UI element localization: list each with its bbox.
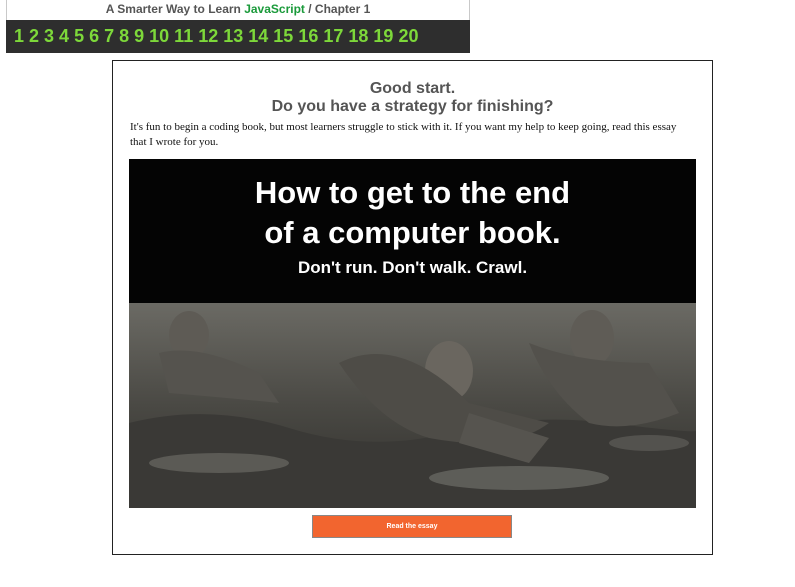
essay-hero-image: How to get to the end of a computer book…: [129, 159, 696, 508]
chapter-link[interactable]: 4: [59, 26, 69, 47]
chapter-link[interactable]: 15: [273, 26, 293, 47]
chapter-link[interactable]: 12: [198, 26, 218, 47]
panel-body-text: It's fun to begin a coding book, but mos…: [130, 121, 677, 148]
chapter-link[interactable]: 7: [104, 26, 114, 47]
chapter-link[interactable]: 13: [223, 26, 243, 47]
chapter-link[interactable]: 19: [373, 26, 393, 47]
chapter-link[interactable]: 3: [44, 26, 54, 47]
panel-subheading: Do you have a strategy for finishing?: [271, 98, 554, 115]
chapter-link[interactable]: 16: [298, 26, 318, 47]
hero-subtitle: Don't run. Don't walk. Crawl.: [297, 258, 528, 277]
chapter-link[interactable]: 18: [348, 26, 368, 47]
nav-title: A Smarter Way to Learn JavaScript / Chap…: [6, 0, 470, 20]
chapter-link[interactable]: 8: [119, 26, 129, 47]
nav-title-javascript: JavaScript: [244, 2, 305, 16]
chapter-link[interactable]: 11: [174, 26, 193, 47]
nav-title-suffix: / Chapter 1: [304, 2, 371, 16]
chapter-link[interactable]: 20: [398, 26, 418, 47]
chapter-link[interactable]: 10: [149, 26, 169, 47]
chapter-link[interactable]: 14: [248, 26, 268, 47]
chapter-link[interactable]: 1: [14, 26, 24, 47]
hero-title-line-2: of a computer book.: [264, 215, 561, 250]
chapter-link[interactable]: 17: [323, 26, 343, 47]
nav-title-prefix: A Smarter Way to Learn: [105, 2, 245, 16]
hero-title-line-1: How to get to the end: [254, 175, 571, 210]
read-essay-button[interactable]: Read the essay: [312, 515, 512, 538]
chapter-links: 1 2 3 4 5 6 7 8 9 10 11 12 13 14 15 16 1…: [6, 20, 470, 53]
chapter-link[interactable]: 6: [89, 26, 99, 47]
chapter-link[interactable]: 9: [134, 26, 144, 47]
chapter-link[interactable]: 2: [29, 26, 39, 47]
chapter-nav: A Smarter Way to Learn JavaScript / Chap…: [6, 0, 470, 53]
chapter-link[interactable]: 5: [74, 26, 84, 47]
panel-heading: Good start.: [369, 80, 456, 97]
hero-title: How to get to the end of a computer book…: [129, 173, 696, 253]
mud-crawl-photo: [129, 303, 696, 508]
promo-panel: Good start. Do you have a strategy for f…: [112, 60, 713, 555]
